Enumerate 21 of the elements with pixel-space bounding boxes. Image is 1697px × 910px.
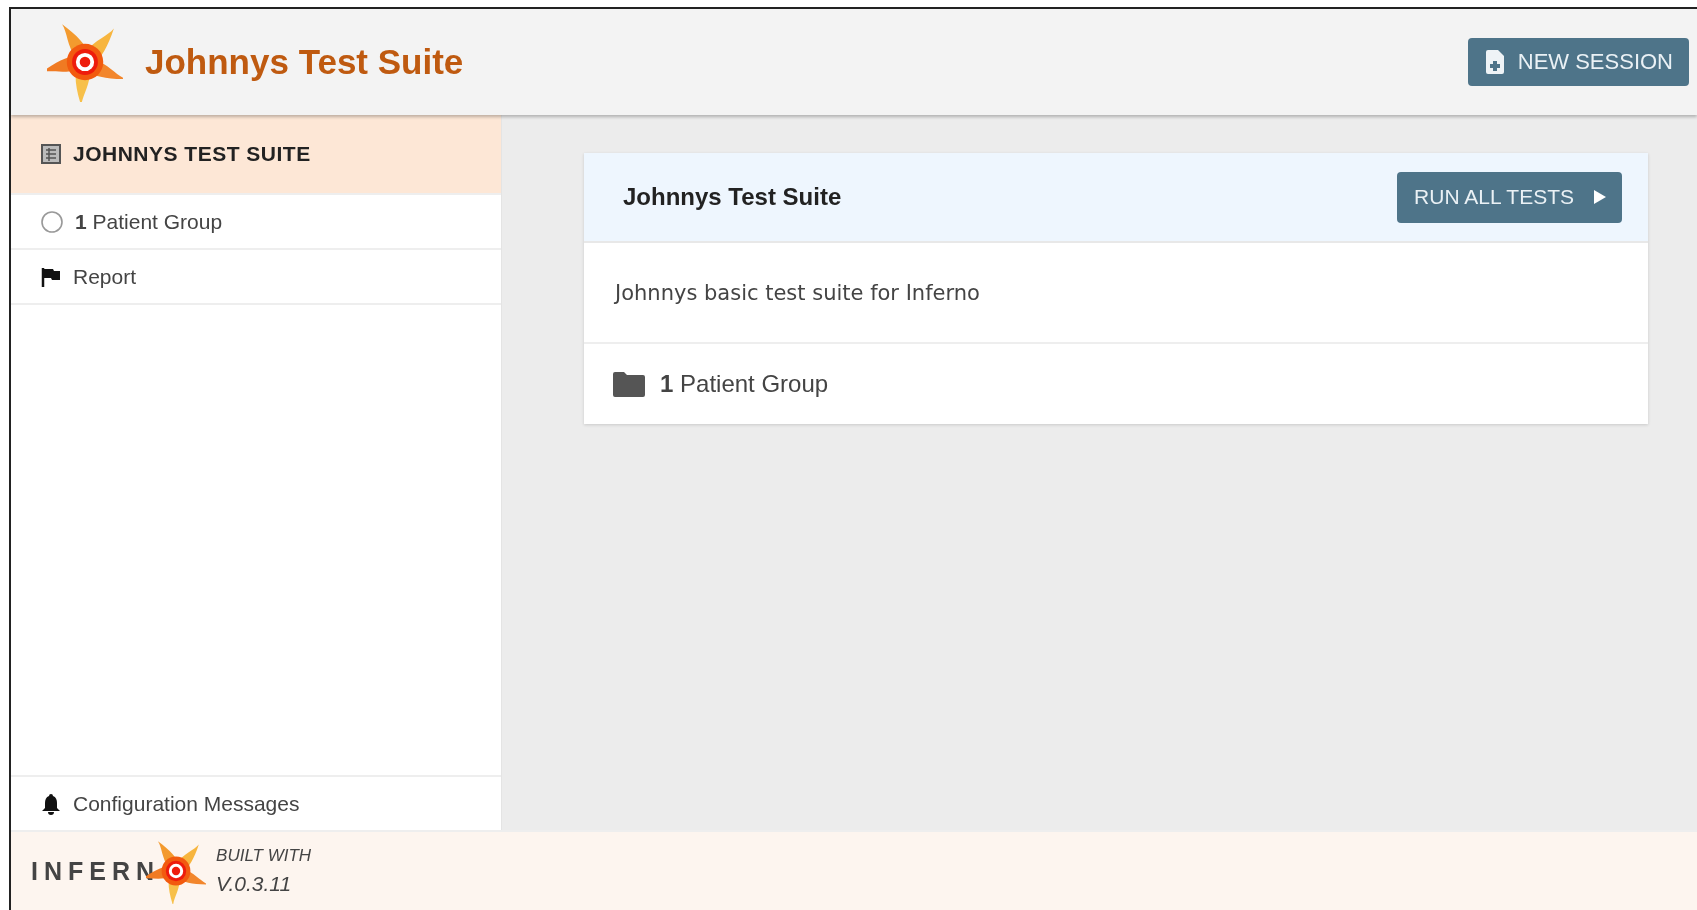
group-label: 1 Patient Group <box>660 370 829 398</box>
run-all-tests-button[interactable]: RUN ALL TESTS <box>1397 171 1622 223</box>
sidebar-item[interactable]: JOHNNYS TEST SUITE <box>11 115 501 195</box>
file-plus-icon <box>1485 50 1504 74</box>
flag-icon <box>41 266 61 287</box>
new-session-button[interactable]: NEW SESSION <box>1467 38 1689 86</box>
play-icon <box>1594 190 1606 204</box>
list-icon <box>41 144 61 164</box>
logo-icon <box>47 22 123 102</box>
card-title: Johnnys Test Suite <box>623 183 842 211</box>
version-label: V.0.3.11 <box>216 872 293 896</box>
folder-icon <box>613 371 645 397</box>
built-with-label: BUILT WITH <box>216 846 312 866</box>
bell-icon <box>41 792 61 815</box>
app-title: Johnnys Test Suite <box>145 42 465 82</box>
suite-description: Johnnys basic test suite for Inferno <box>615 280 980 305</box>
group-row[interactable]: 1 Patient Group <box>584 344 1648 424</box>
brand-text: INFERN <box>31 856 161 886</box>
sidebar-item[interactable]: 1 Patient Group <box>11 195 501 250</box>
sidebar-item[interactable]: Report <box>11 250 501 305</box>
circle-icon <box>41 210 63 233</box>
